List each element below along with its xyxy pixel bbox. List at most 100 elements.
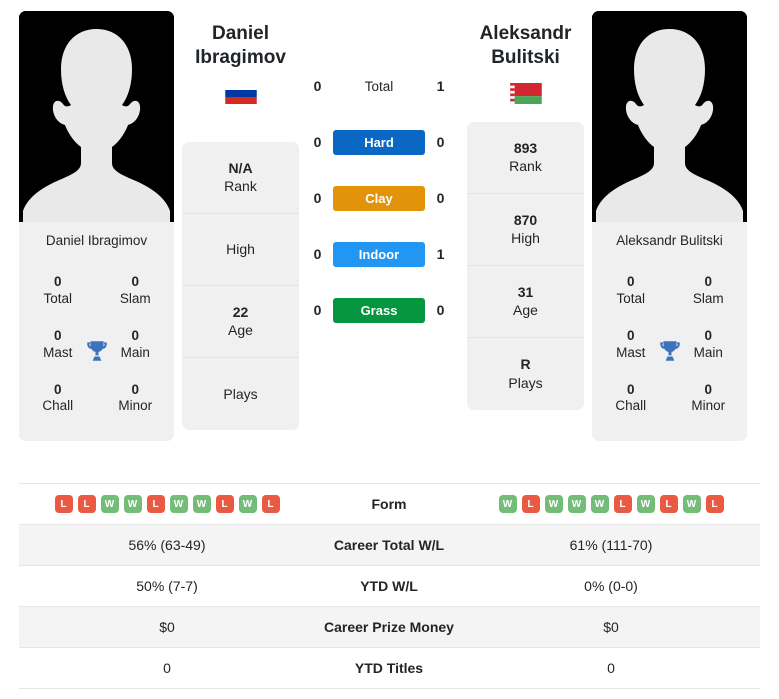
form-badge-win[interactable]: W bbox=[192, 495, 211, 513]
title-value: 0 bbox=[626, 274, 635, 289]
left-player-titles-grid: 0 Total 0 Slam 0 Mast 0 Main 0 Chall 0 M… bbox=[19, 258, 174, 442]
form-badge-loss[interactable]: L bbox=[77, 495, 96, 513]
right-player-headline: Aleksandr Bulitski bbox=[467, 22, 584, 71]
h2h-surface-label: Clay bbox=[333, 185, 425, 211]
h2h-right-value: 0 bbox=[436, 302, 445, 318]
form-badge-win[interactable]: W bbox=[498, 495, 517, 513]
form-badge-loss[interactable]: L bbox=[261, 495, 280, 513]
right-value-cell: 0 bbox=[463, 648, 759, 688]
right-player-last-name: Bulitski bbox=[491, 47, 560, 69]
left-player-flag-wrap bbox=[182, 82, 299, 104]
h2h-row-indoor: 0 Indoor 1 bbox=[299, 226, 459, 282]
right-player-card: Aleksandr Bulitski 0 Total 0 Slam 0 Mast… bbox=[592, 11, 748, 442]
form-badge-loss[interactable]: L bbox=[54, 495, 73, 513]
row-label: Career Prize Money bbox=[324, 619, 454, 635]
form-badge-loss[interactable]: L bbox=[659, 495, 678, 513]
right-player-flag-wrap bbox=[467, 82, 584, 104]
title-stat: 0 Chall bbox=[592, 372, 670, 426]
info-rank: 893 Rank bbox=[467, 122, 584, 194]
h2h-left-value: 0 bbox=[313, 134, 322, 150]
form-badge-win[interactable]: W bbox=[100, 495, 119, 513]
title-stat: 0 Total bbox=[19, 264, 97, 318]
cell-value: 50% (7-7) bbox=[136, 578, 198, 594]
info-high: 870 High bbox=[467, 194, 584, 266]
h2h-surface-label: Hard bbox=[333, 129, 425, 155]
form-badge-loss[interactable]: L bbox=[705, 495, 724, 513]
form-badge-win[interactable]: W bbox=[590, 495, 609, 513]
cell-value: 0% (0-0) bbox=[584, 578, 638, 594]
form-badge-loss[interactable]: L bbox=[613, 495, 632, 513]
cell-value: $0 bbox=[159, 619, 175, 635]
h2h-left-value: 0 bbox=[313, 246, 322, 262]
title-label: Minor bbox=[691, 398, 726, 414]
cell-value: 0 bbox=[607, 660, 615, 676]
form-badge-win[interactable]: W bbox=[169, 495, 188, 513]
right-player-avatar bbox=[592, 11, 747, 222]
form-badge-win[interactable]: W bbox=[682, 495, 701, 513]
h2h-right-value: 1 bbox=[436, 246, 445, 262]
left-form-cell: LLWWLWWLWL bbox=[19, 484, 315, 524]
form-badge-win[interactable]: W bbox=[567, 495, 586, 513]
left-value-cell: 50% (7-7) bbox=[19, 566, 315, 606]
table-row: $0 Career Prize Money $0 bbox=[19, 607, 760, 648]
table-row: 56% (63-49) Career Total W/L 61% (111-70… bbox=[19, 525, 760, 566]
info-label: Plays bbox=[508, 374, 543, 391]
row-label: YTD Titles bbox=[354, 660, 424, 676]
trophy-icon bbox=[86, 340, 107, 361]
left-player-headline: Daniel Ibragimov bbox=[182, 0, 299, 71]
info-value: 870 bbox=[513, 211, 538, 228]
form-badge-win[interactable]: W bbox=[238, 495, 257, 513]
right-player-first-name: Aleksandr bbox=[479, 23, 572, 44]
trophy-icon bbox=[659, 340, 680, 361]
info-high: High bbox=[182, 214, 299, 286]
stats-table: LLWWLWWLWL Form WLWWWLWLWL 56% (63-49) C… bbox=[19, 483, 760, 689]
info-plays: Plays bbox=[182, 358, 299, 430]
right-player-info-column: Aleksandr Bulitski 893 Rank 870 High 31 … bbox=[467, 23, 584, 410]
h2h-surface-label: Total bbox=[364, 78, 394, 94]
title-stat: 0 Chall bbox=[19, 372, 97, 426]
form-badge-loss[interactable]: L bbox=[521, 495, 540, 513]
comparison-header: Daniel Ibragimov 0 Total 0 Slam 0 Mast 0… bbox=[0, 0, 779, 478]
info-label: Rank bbox=[509, 158, 542, 175]
form-badge-loss[interactable]: L bbox=[146, 495, 165, 513]
h2h-row-hard: 0 Hard 0 bbox=[299, 114, 459, 170]
avatar-placeholder-icon bbox=[19, 11, 174, 222]
left-player-info-card: N/A Rank High 22 Age Plays bbox=[182, 141, 299, 430]
h2h-row-total: 0 Total 1 bbox=[299, 58, 459, 114]
row-label: Career Total W/L bbox=[333, 537, 445, 553]
h2h-surface-label: Grass bbox=[333, 297, 425, 323]
title-stat: 0 Minor bbox=[670, 372, 748, 426]
h2h-surface-label: Indoor bbox=[333, 241, 425, 267]
info-value: 893 bbox=[513, 139, 538, 156]
left-player-name-strip: Daniel Ibragimov bbox=[19, 222, 174, 258]
right-player-info-card: 893 Rank 870 High 31 Age R Plays bbox=[467, 121, 584, 410]
info-value: 22 bbox=[232, 303, 249, 320]
table-row: 0 YTD Titles 0 bbox=[19, 648, 760, 689]
h2h-left-value: 0 bbox=[313, 78, 322, 94]
info-age: 22 Age bbox=[182, 286, 299, 358]
left-player-last-name: Ibragimov bbox=[195, 47, 286, 69]
left-value-cell: 0 bbox=[19, 648, 315, 688]
info-age: 31 Age bbox=[467, 266, 584, 338]
cell-value: 56% (63-49) bbox=[128, 537, 206, 553]
cell-value: 61% (111-70) bbox=[569, 537, 653, 553]
title-stat: 0 Total bbox=[592, 264, 670, 318]
title-label: Total bbox=[43, 290, 73, 306]
right-value-cell: 0% (0-0) bbox=[463, 566, 759, 606]
form-badge-loss[interactable]: L bbox=[215, 495, 234, 513]
title-label: Slam bbox=[692, 290, 724, 306]
form-badge-win[interactable]: W bbox=[544, 495, 563, 513]
row-label: Form bbox=[371, 496, 407, 512]
form-badge-win[interactable]: W bbox=[636, 495, 655, 513]
head-to-head-column: 0 Total 1 0 Hard 0 0 Clay 0 0 Indoor 1 0 bbox=[299, 0, 459, 338]
left-value-cell: $0 bbox=[19, 607, 315, 647]
left-player-info-column: Daniel Ibragimov N/A Rank High 22 Age Pl… bbox=[182, 0, 299, 430]
title-value: 0 bbox=[704, 381, 712, 397]
h2h-left-value: 0 bbox=[313, 190, 322, 206]
left-form-strip: LLWWLWWLWL bbox=[54, 495, 280, 513]
info-value: N/A bbox=[228, 159, 253, 176]
right-form-strip: WLWWWLWLWL bbox=[498, 495, 724, 513]
right-player-name-strip: Aleksandr Bulitski bbox=[592, 222, 747, 258]
form-badge-win[interactable]: W bbox=[123, 495, 142, 513]
left-player-avatar bbox=[19, 11, 174, 222]
